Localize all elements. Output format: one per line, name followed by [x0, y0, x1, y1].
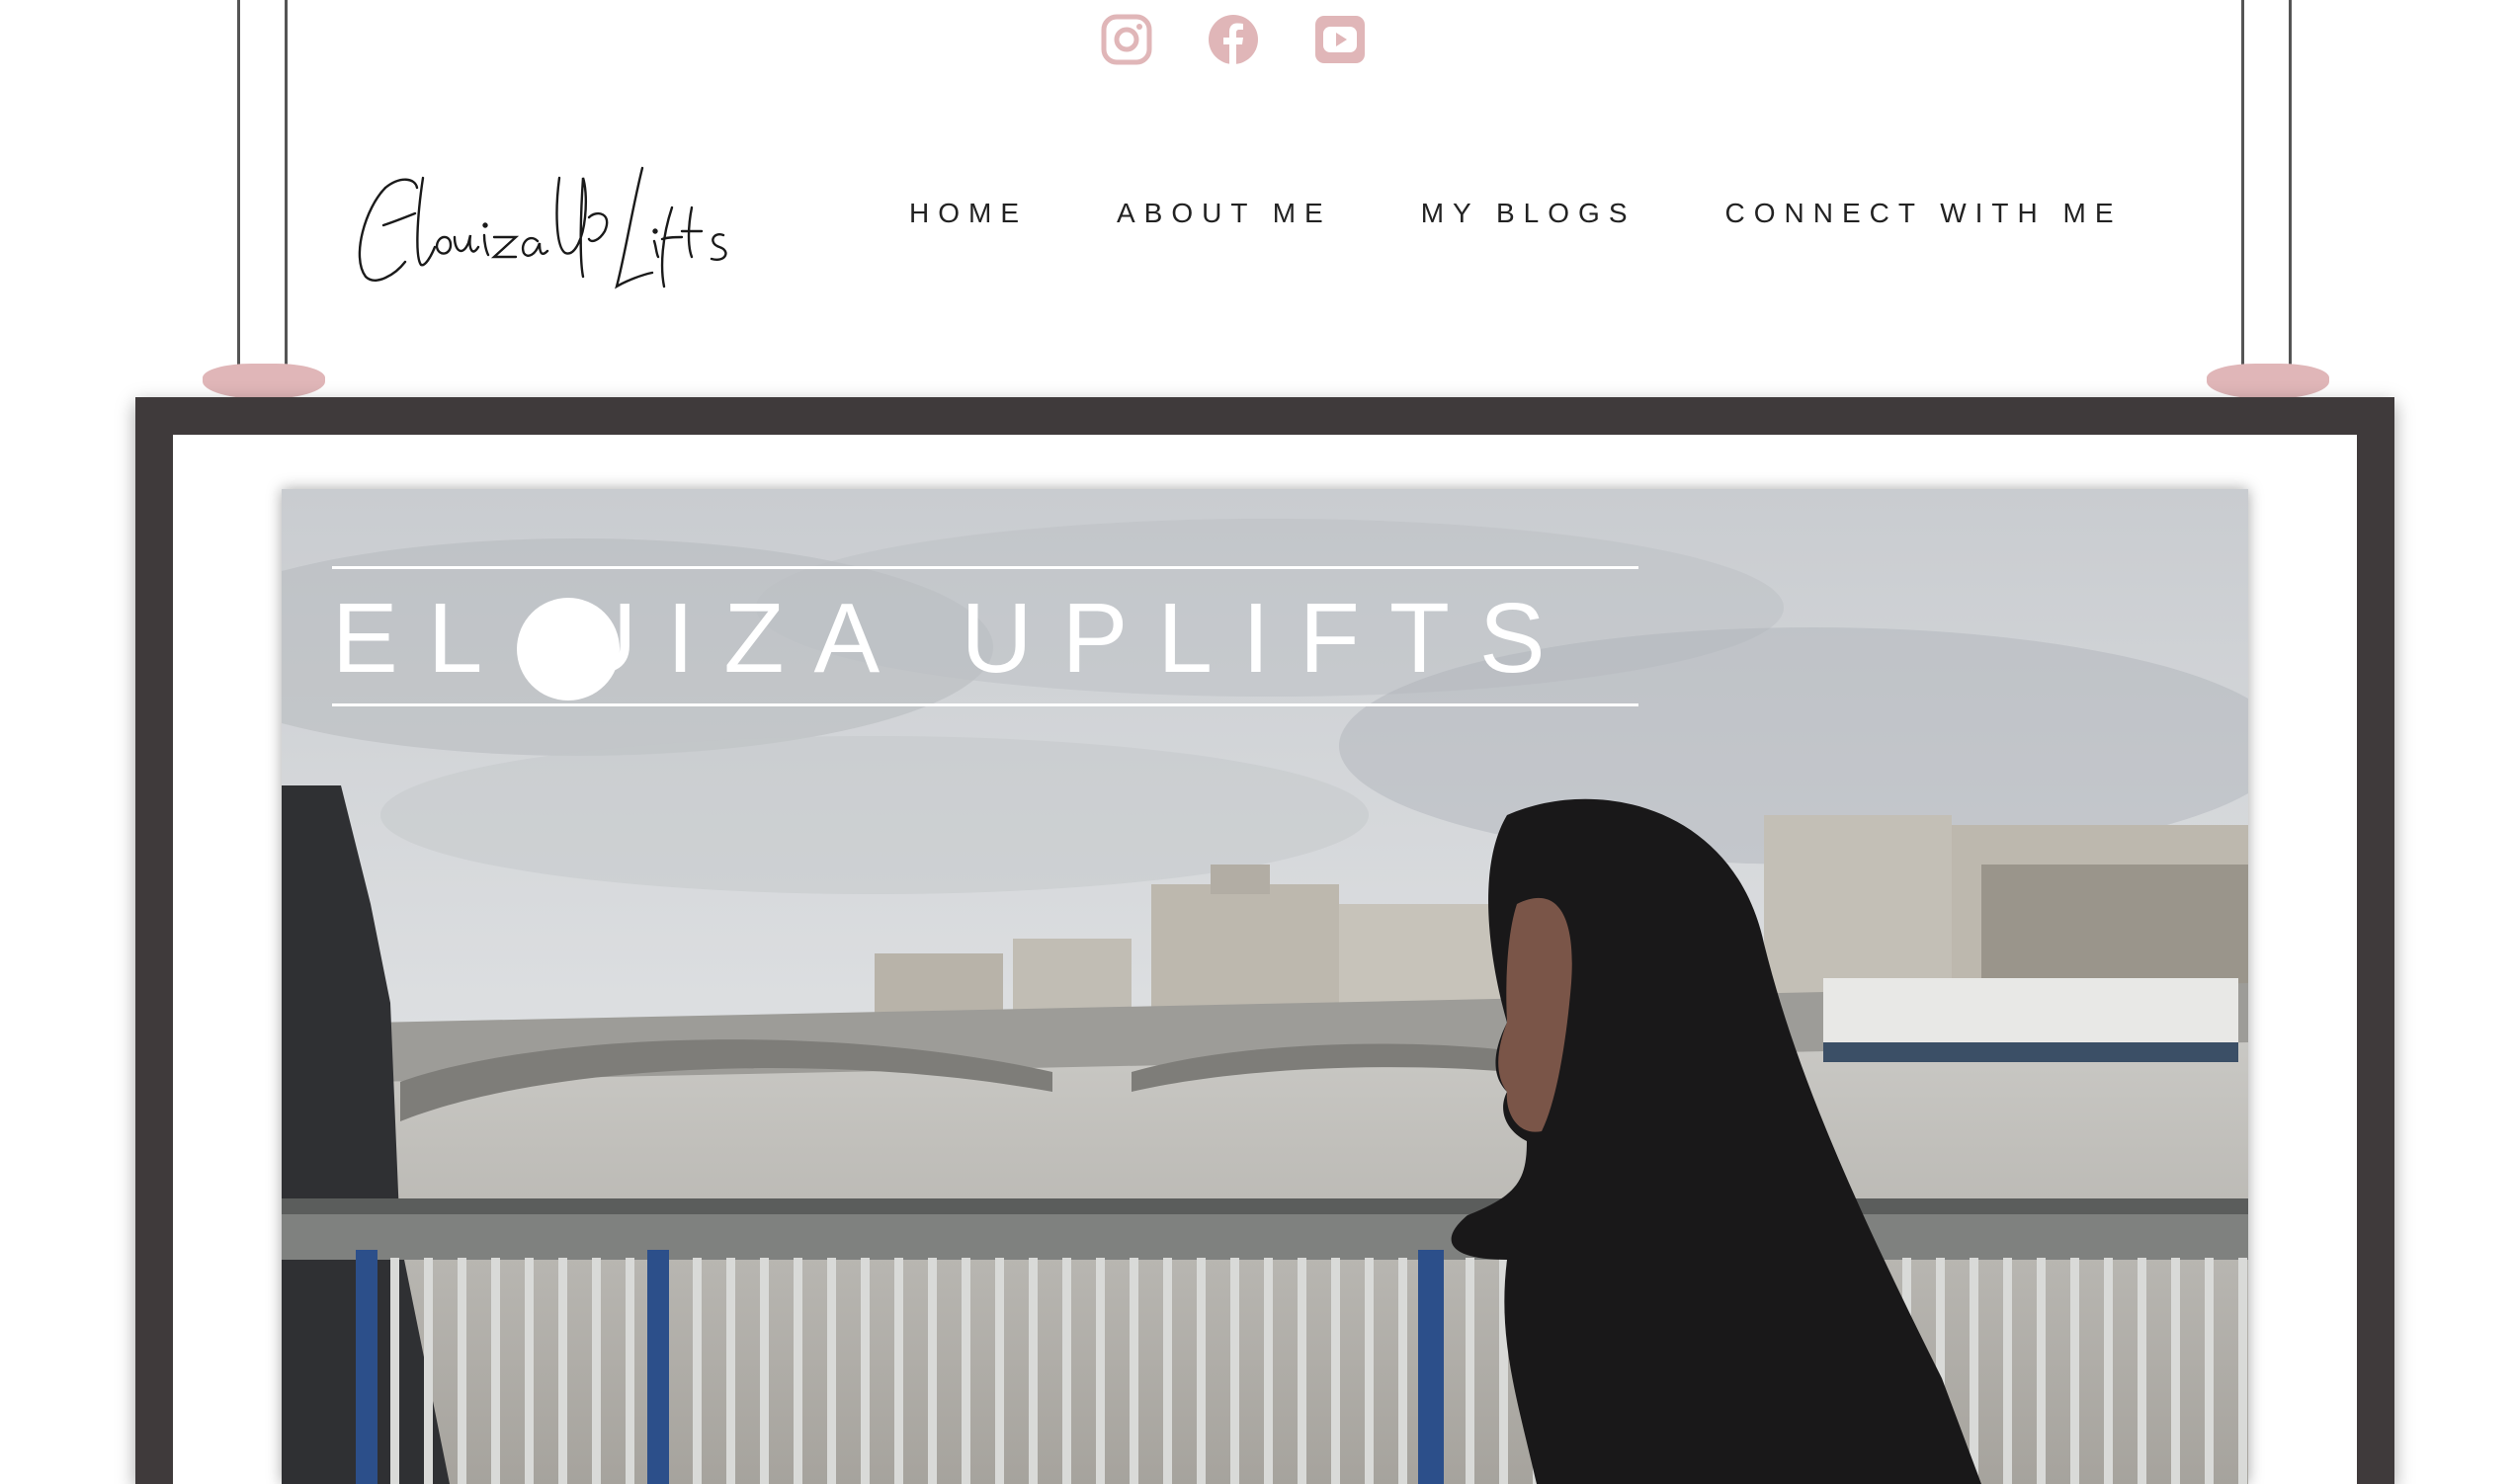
hero-title-circle-glyph [517, 598, 620, 701]
railing-bar [2138, 1258, 2146, 1484]
railing-bar [2070, 1258, 2079, 1484]
railing-bar [1365, 1258, 1374, 1484]
railing-bar [726, 1258, 735, 1484]
railing-bar [1970, 1258, 1978, 1484]
nav-my-blogs[interactable]: MY BLOGS [1421, 198, 1636, 229]
railing-bar [827, 1258, 836, 1484]
railing-bar [928, 1258, 937, 1484]
railing-bar [995, 1258, 1004, 1484]
railing-bar [525, 1258, 534, 1484]
railing-bar [1130, 1258, 1138, 1484]
site-logo[interactable] [346, 148, 751, 296]
railing-bar [558, 1258, 567, 1484]
railing-bar [1398, 1258, 1407, 1484]
frame-clip [203, 364, 325, 399]
instagram-icon[interactable] [1101, 12, 1152, 67]
hanging-wire [237, 0, 240, 380]
railing-bar [458, 1258, 466, 1484]
railing-bar [2037, 1258, 2046, 1484]
railing-bar [2238, 1258, 2247, 1484]
railing-bar [1163, 1258, 1172, 1484]
railing-bar [693, 1258, 702, 1484]
hanging-wire [285, 0, 288, 380]
railing-bar [1197, 1258, 1206, 1484]
railing-bar [2104, 1258, 2113, 1484]
nav-home[interactable]: HOME [909, 198, 1028, 229]
railing-bar [626, 1258, 634, 1484]
railing-bar [592, 1258, 601, 1484]
railing-bar [2205, 1258, 2214, 1484]
railing-bar [1331, 1258, 1340, 1484]
railing-bar [794, 1258, 802, 1484]
railing-bar [1230, 1258, 1239, 1484]
railing-bar [894, 1258, 903, 1484]
hero-banner: EL UIZA UPLIFTS [332, 566, 1638, 706]
main-nav: HOME ABOUT ME MY BLOGS CONNECT WITH ME [909, 198, 2123, 229]
frame-clip [2207, 364, 2329, 399]
railing-bar [2171, 1258, 2180, 1484]
nav-connect-with-me[interactable]: CONNECT WITH ME [1725, 198, 2123, 229]
facebook-icon[interactable] [1208, 12, 1259, 67]
railing-bar [861, 1258, 870, 1484]
railing-bar [491, 1258, 500, 1484]
railing-bar [1029, 1258, 1038, 1484]
hanging-wire [2241, 0, 2244, 380]
youtube-icon[interactable] [1314, 12, 1366, 67]
railing-bar [424, 1258, 433, 1484]
railing-bar [2003, 1258, 2012, 1484]
railing-bar [1264, 1258, 1273, 1484]
railing-bar [962, 1258, 970, 1484]
hanging-wire [2289, 0, 2292, 380]
railing-bar [1466, 1258, 1474, 1484]
railing-bar [1298, 1258, 1306, 1484]
picture-frame [135, 397, 2394, 1484]
hero-rule-bottom [332, 703, 1638, 706]
nav-about-me[interactable]: ABOUT ME [1117, 198, 1332, 229]
social-links [1101, 12, 1366, 67]
railing-bar [1062, 1258, 1071, 1484]
railing-bar [1096, 1258, 1105, 1484]
hero-rule-top [332, 566, 1638, 569]
railing-bar [390, 1258, 399, 1484]
railing-bar [760, 1258, 769, 1484]
